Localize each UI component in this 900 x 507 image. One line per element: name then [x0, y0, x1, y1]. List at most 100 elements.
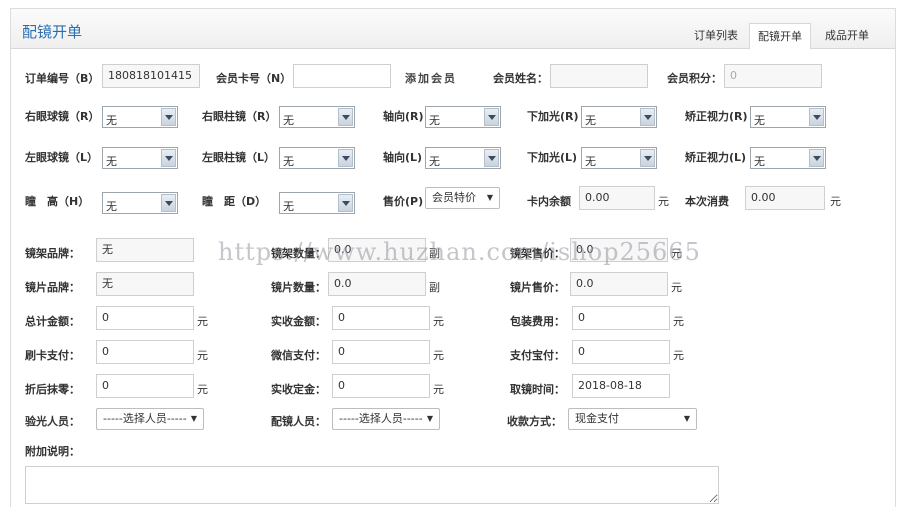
card-no-input[interactable] — [293, 64, 391, 88]
caret-down-icon: ▼ — [190, 414, 197, 423]
notes-textarea[interactable] — [25, 466, 719, 504]
tab-order-list[interactable]: 订单列表 — [686, 23, 746, 50]
payment-method-value: 现金支付 — [575, 412, 619, 425]
received-amount-input[interactable]: 0 — [332, 306, 430, 330]
tab-glasses-order[interactable]: 配镜开单 — [749, 23, 811, 50]
right-axis-label: 轴向(R) — [383, 110, 424, 123]
left-cyl-value: 无 — [283, 155, 294, 168]
alipay-payment-unit: 元 — [673, 349, 684, 362]
panel-header: 配镜开单 订单列表 配镜开单 成品开单 — [11, 9, 895, 50]
chevron-down-icon — [338, 149, 353, 167]
caret-down-icon: ▼ — [426, 414, 433, 423]
fitter-value: -----选择人员----- — [339, 412, 423, 425]
notes-label: 附加说明： — [25, 445, 80, 458]
left-add-label: 下加光(L) — [527, 151, 578, 164]
lens-qty-input[interactable]: 0.0 — [328, 272, 426, 296]
current-consume-input[interactable]: 0.00 — [745, 186, 825, 210]
price-type-label: 售价(P) — [383, 195, 424, 208]
left-cyl-select[interactable]: 无 — [279, 147, 355, 169]
packing-fee-label: 包装费用： — [510, 315, 565, 328]
wechat-payment-unit: 元 — [433, 349, 444, 362]
chevron-down-icon — [809, 108, 824, 126]
lens-qty-unit: 副 — [429, 281, 440, 294]
right-add-select[interactable]: 无 — [581, 106, 657, 128]
alipay-payment-input[interactable]: 0 — [572, 340, 670, 364]
left-va-select[interactable]: 无 — [750, 147, 826, 169]
left-cyl-label: 左眼柱镜（L） — [202, 151, 276, 164]
lens-qty-label: 镜片数量： — [271, 281, 326, 294]
received-amount-label: 实收金额： — [271, 315, 326, 328]
right-va-value: 无 — [754, 114, 765, 127]
left-sphere-value: 无 — [106, 155, 117, 168]
chevron-down-icon — [338, 194, 353, 212]
left-va-label: 矫正视力(L) — [685, 151, 747, 164]
add-member-button[interactable]: 添加会员 — [405, 70, 457, 86]
right-va-label: 矫正视力(R) — [685, 110, 748, 123]
card-payment-label: 刷卡支付： — [25, 349, 80, 362]
lens-price-unit: 元 — [671, 281, 682, 294]
price-type-select[interactable]: 会员特价 ▼ — [425, 187, 500, 209]
right-va-select[interactable]: 无 — [750, 106, 826, 128]
pupil-distance-label: 瞳 距（D） — [202, 195, 267, 208]
tab-finished-order[interactable]: 成品开单 — [817, 23, 877, 50]
card-payment-input[interactable]: 0 — [96, 340, 194, 364]
left-sphere-select[interactable]: 无 — [102, 147, 178, 169]
pupil-distance-value: 无 — [283, 200, 294, 213]
member-name-label: 会员姓名： — [493, 72, 548, 85]
left-add-value: 无 — [585, 155, 596, 168]
left-axis-select[interactable]: 无 — [425, 147, 501, 169]
payment-method-select[interactable]: 现金支付 ▼ — [568, 408, 697, 430]
card-balance-input[interactable]: 0.00 — [579, 186, 655, 210]
price-type-value: 会员特价 — [432, 191, 476, 204]
chevron-down-icon — [161, 108, 176, 126]
discount-rounding-input[interactable]: 0 — [96, 374, 194, 398]
packing-fee-input[interactable]: 0 — [572, 306, 670, 330]
lens-price-input[interactable]: 0.0 — [570, 272, 668, 296]
chevron-down-icon — [640, 149, 655, 167]
right-add-value: 无 — [585, 114, 596, 127]
pupil-height-select[interactable]: 无 — [102, 192, 178, 214]
right-axis-select[interactable]: 无 — [425, 106, 501, 128]
chevron-down-icon — [640, 108, 655, 126]
card-payment-unit: 元 — [197, 349, 208, 362]
optometrist-label: 验光人员： — [25, 415, 80, 428]
right-sphere-label: 右眼球镜（R） — [25, 110, 100, 123]
pupil-height-label: 瞳 高（H） — [25, 195, 90, 208]
caret-down-icon: ▼ — [683, 414, 690, 423]
order-no-input[interactable]: 180818101415 — [102, 64, 200, 88]
total-amount-input[interactable]: 0 — [96, 306, 194, 330]
fitter-select[interactable]: -----选择人员----- ▼ — [332, 408, 440, 430]
member-points-input[interactable]: 0 — [724, 64, 822, 88]
current-consume-unit: 元 — [830, 195, 841, 208]
left-sphere-label: 左眼球镜（L） — [25, 151, 99, 164]
optometrist-select[interactable]: -----选择人员----- ▼ — [96, 408, 204, 430]
member-name-input[interactable] — [550, 64, 648, 88]
discount-rounding-label: 折后抹零： — [25, 383, 80, 396]
right-add-label: 下加光(R) — [527, 110, 579, 123]
chevron-down-icon — [338, 108, 353, 126]
left-add-select[interactable]: 无 — [581, 147, 657, 169]
chevron-down-icon — [484, 108, 499, 126]
deposit-label: 实收定金： — [271, 383, 326, 396]
wechat-payment-input[interactable]: 0 — [332, 340, 430, 364]
right-sphere-select[interactable]: 无 — [102, 106, 178, 128]
member-points-label: 会员积分： — [667, 72, 722, 85]
chevron-down-icon — [161, 149, 176, 167]
total-amount-label: 总计金额： — [25, 315, 80, 328]
frame-brand-input[interactable]: 无 — [96, 238, 194, 262]
payment-method-label: 收款方式： — [507, 415, 562, 428]
pickup-date-input[interactable]: 2018-08-18 — [572, 374, 670, 398]
card-balance-label: 卡内余额 — [527, 195, 571, 208]
alipay-payment-label: 支付宝付： — [510, 349, 565, 362]
right-cyl-value: 无 — [283, 114, 294, 127]
pupil-distance-select[interactable]: 无 — [279, 192, 355, 214]
right-cyl-select[interactable]: 无 — [279, 106, 355, 128]
deposit-input[interactable]: 0 — [332, 374, 430, 398]
fitter-label: 配镜人员： — [271, 415, 326, 428]
order-no-label: 订单编号（B） — [25, 72, 100, 85]
watermark-text: https://www.huzhan.com/ishop25665 — [218, 238, 701, 266]
discount-rounding-unit: 元 — [197, 383, 208, 396]
chevron-down-icon — [809, 149, 824, 167]
lens-brand-input[interactable]: 无 — [96, 272, 194, 296]
current-consume-label: 本次消费 — [685, 195, 729, 208]
